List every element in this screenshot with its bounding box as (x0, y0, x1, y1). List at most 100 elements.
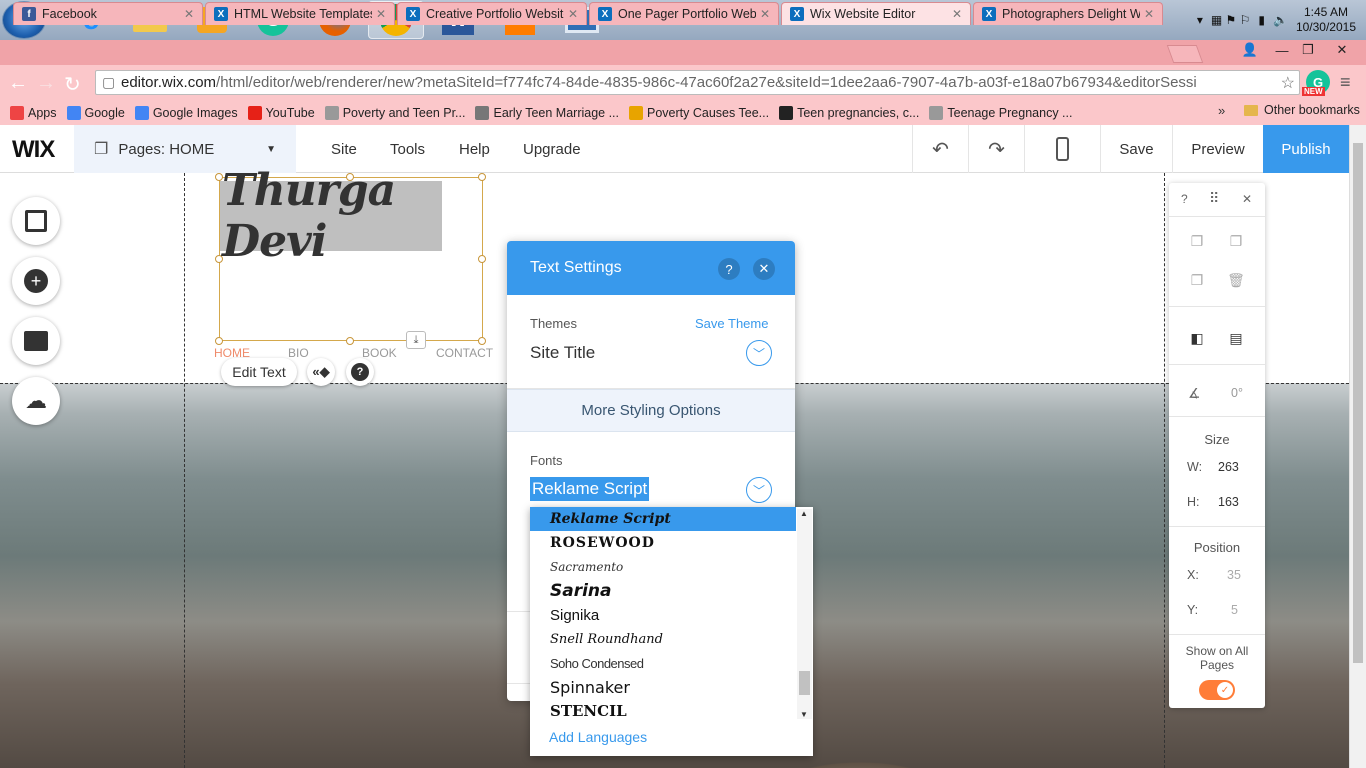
mobile-view-icon[interactable] (1024, 125, 1100, 173)
font-option[interactable]: Soho Condensed (530, 651, 796, 675)
duplicate-icon[interactable]: ❐ (1188, 271, 1206, 289)
app-market-icon[interactable] (12, 317, 60, 365)
font-option[interactable]: Sacramento (530, 555, 796, 579)
tray-app-icons[interactable]: ▦ ⚑ ⚐ (1211, 13, 1251, 27)
theme-chevron-down-icon[interactable]: ﹀ (746, 340, 772, 366)
clock[interactable]: 1:45 AM 10/30/2015 (1296, 5, 1356, 35)
panel-close-icon[interactable]: ✕ (753, 258, 775, 280)
tab-close-icon[interactable]: ✕ (1144, 7, 1154, 21)
tray-expand-icon[interactable]: ▾ (1197, 13, 1203, 27)
bookmark-item[interactable]: Poverty Causes Tee... (629, 105, 769, 120)
browser-tab[interactable]: X Creative Portfolio Website ✕ (397, 2, 587, 25)
paste-icon[interactable]: ❐ (1227, 232, 1245, 250)
align-icon[interactable]: ▤ (1227, 329, 1245, 347)
font-option[interactable]: Spinnaker (530, 675, 796, 699)
font-chevron-down-icon[interactable]: ﹀ (746, 477, 772, 503)
tab-close-icon[interactable]: ✕ (376, 7, 386, 21)
dropdown-scrollbar[interactable]: ▲ ▼ (797, 509, 812, 719)
bookmark-item[interactable]: Apps (10, 105, 57, 120)
reload-icon[interactable]: ↻ (64, 72, 81, 97)
font-option[interactable]: Snell Roundhand (530, 627, 796, 651)
rotation-value[interactable]: 0° (1231, 386, 1243, 400)
dropdown-scroll-thumb[interactable] (799, 671, 810, 695)
inspector-help-button[interactable]: ? (1181, 192, 1188, 206)
tab-close-icon[interactable]: ✕ (952, 7, 962, 21)
browser-tab[interactable]: X HTML Website Templates ✕ (205, 2, 395, 25)
undo-icon[interactable]: ↶ (912, 125, 968, 173)
drag-handle-icon[interactable]: ⠿ (1209, 190, 1219, 207)
panel-help-button[interactable]: ? (718, 258, 740, 280)
theme-value[interactable]: Site Title (530, 343, 595, 363)
delete-icon[interactable]: 🗑 (1227, 271, 1245, 289)
site-title-text[interactable]: Thurga Devi (220, 165, 442, 267)
tab-close-icon[interactable]: ✕ (568, 7, 578, 21)
resize-handle[interactable] (478, 173, 486, 181)
edit-text-button[interactable]: Edit Text (221, 358, 297, 386)
element-help-button[interactable]: ? (346, 358, 374, 386)
tab-close-icon[interactable]: ✕ (184, 7, 194, 21)
menu-site[interactable]: Site (331, 141, 357, 158)
nav-contact[interactable]: CONTACT (436, 346, 493, 360)
stretch-icon[interactable]: ⤓ (406, 331, 426, 349)
chrome-menu-icon[interactable]: ≡ (1340, 72, 1351, 93)
bookmark-star-icon[interactable]: ☆ (1280, 73, 1295, 93)
wix-logo[interactable]: WIX (12, 136, 55, 164)
save-button[interactable]: Save (1100, 125, 1172, 173)
font-select-value[interactable]: Reklame Script (530, 477, 650, 501)
browser-tab[interactable]: X Wix Website Editor ✕ (781, 2, 971, 25)
background-tool-icon[interactable] (12, 197, 60, 245)
restore-icon[interactable]: ❐ (1296, 40, 1320, 60)
minimize-icon[interactable]: — (1270, 40, 1294, 60)
bookmark-item[interactable]: YouTube (247, 105, 315, 120)
menu-tools[interactable]: Tools (390, 141, 425, 158)
bookmark-item[interactable]: Google Images (134, 105, 238, 120)
menu-help[interactable]: Help (459, 141, 490, 158)
add-icon[interactable]: + (12, 257, 60, 305)
bookmark-item[interactable]: Early Teen Marriage ... (475, 105, 619, 120)
browser-tab[interactable]: X One Pager Portfolio Webs ✕ (589, 2, 779, 25)
x-input[interactable]: 35 (1227, 568, 1241, 582)
browser-tab[interactable]: f Facebook ✕ (13, 2, 203, 25)
bookmark-item[interactable]: Poverty and Teen Pr... (324, 105, 465, 120)
browser-tab[interactable]: X Photographers Delight W ✕ (973, 2, 1163, 25)
arrange-icon[interactable]: ◧ (1188, 329, 1206, 347)
bookmark-item[interactable]: Teen pregnancies, c... (779, 105, 919, 120)
nav-book[interactable]: BOOK (362, 346, 397, 360)
bookmark-item[interactable]: Teenage Pregnancy ... (929, 105, 1072, 120)
resize-handle[interactable] (346, 337, 354, 345)
resize-handle[interactable] (478, 337, 486, 345)
publish-button[interactable]: Publish (1263, 125, 1349, 173)
resize-handle[interactable] (215, 337, 223, 345)
page-info-icon[interactable]: ▢ (102, 74, 115, 91)
back-icon[interactable]: ← (8, 72, 28, 95)
resize-handle[interactable] (478, 255, 486, 263)
font-option[interactable]: Reklame Script (530, 507, 796, 531)
scrollbar-thumb[interactable] (1353, 143, 1363, 663)
font-option[interactable]: STENCIL (530, 699, 796, 723)
font-option[interactable]: ROSEWOOD (530, 531, 796, 555)
redo-icon[interactable]: ↷ (968, 125, 1024, 173)
width-input[interactable]: 263 (1218, 460, 1239, 474)
font-option[interactable]: Sarina (530, 579, 796, 603)
height-input[interactable]: 163 (1218, 495, 1239, 509)
scroll-up-icon[interactable]: ▲ (800, 509, 808, 518)
upload-icon[interactable]: ☁ (12, 377, 60, 425)
address-bar[interactable]: ▢ editor.wix.com/html/editor/web/rendere… (95, 70, 1300, 95)
page-scrollbar[interactable] (1349, 125, 1366, 768)
more-styling-options-button[interactable]: More Styling Options (507, 389, 795, 432)
volume-icon[interactable]: 🔈 (1273, 13, 1288, 27)
preview-button[interactable]: Preview (1172, 125, 1263, 173)
close-window-icon[interactable]: ✕ (1330, 40, 1354, 60)
font-option[interactable]: Signika (530, 603, 796, 627)
rotate-icon[interactable]: ∡ (1188, 385, 1201, 402)
bookmarks-overflow-icon[interactable]: » (1218, 103, 1225, 118)
save-theme-link[interactable]: Save Theme (695, 316, 768, 331)
y-input[interactable]: 5 (1231, 603, 1238, 617)
copy-icon[interactable]: ❐ (1188, 232, 1206, 250)
animation-icon[interactable]: «◆ (307, 358, 335, 386)
inspector-close-icon[interactable]: ✕ (1242, 192, 1252, 206)
add-languages-link[interactable]: Add Languages (549, 729, 647, 745)
nav-bio[interactable]: BIO (288, 346, 309, 360)
profile-icon[interactable]: 👤 (1237, 40, 1263, 60)
scroll-down-icon[interactable]: ▼ (800, 710, 808, 719)
